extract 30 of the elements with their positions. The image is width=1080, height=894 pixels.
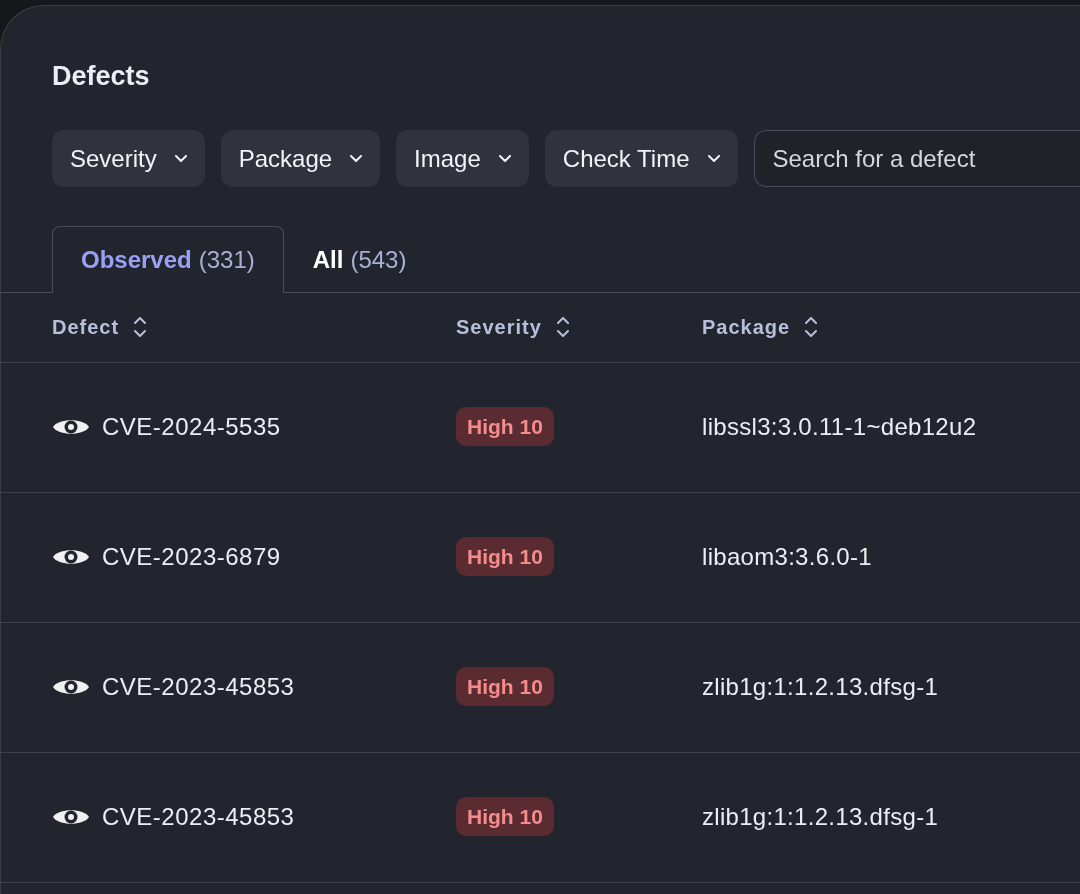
defect-id[interactable]: CVE-2023-45853 xyxy=(102,669,295,705)
sort-icon xyxy=(133,317,148,337)
chevron-down-icon xyxy=(174,155,187,162)
package-name: zlib1g:1:1.2.13.dfsg-1 xyxy=(702,672,940,702)
page-title: Defects xyxy=(52,60,151,93)
filter-dropdown[interactable]: Image xyxy=(396,130,529,187)
severity-badge: High 10 xyxy=(456,407,554,447)
chevron-down-icon xyxy=(707,155,720,162)
filter-dropdown[interactable]: Package xyxy=(220,130,381,187)
chevron-down-icon xyxy=(498,155,511,162)
column-header[interactable]: Package xyxy=(702,312,791,342)
package-name: zlib1g:1:1.2.13.dfsg-1 xyxy=(702,802,940,832)
severity-badge: High 10 xyxy=(456,797,554,837)
filter-dropdown[interactable]: Check Time xyxy=(544,130,738,187)
severity-badge: High 10 xyxy=(456,667,554,707)
column-header[interactable]: Defect xyxy=(52,312,120,342)
severity-badge: High 10 xyxy=(456,537,554,577)
package-name: libssl3:3.0.11-1~deb12u2 xyxy=(702,412,978,442)
tab[interactable]: All (543) xyxy=(283,226,436,293)
defect-id[interactable]: CVE-2023-45853 xyxy=(102,799,295,835)
sort-icon xyxy=(804,317,819,337)
search-field[interactable]: Search for a defect xyxy=(753,130,1080,187)
chevron-down-icon xyxy=(350,155,363,162)
column-header[interactable]: Severity xyxy=(456,312,542,342)
filter-dropdown[interactable]: Severity xyxy=(52,130,205,187)
package-name: libaom3:3.6.0-1 xyxy=(702,542,873,572)
tab[interactable]: Observed (331) xyxy=(52,226,284,293)
sort-icon xyxy=(555,317,570,337)
defect-id[interactable]: CVE-2024-5535 xyxy=(102,409,281,445)
defect-id[interactable]: CVE-2023-6879 xyxy=(102,539,281,575)
